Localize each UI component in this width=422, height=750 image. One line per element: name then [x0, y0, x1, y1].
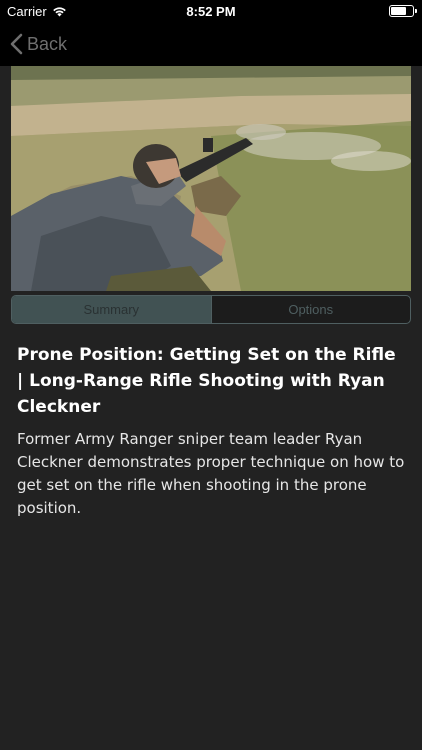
status-bar: Carrier 8:52 PM [0, 0, 422, 22]
chevron-left-icon [10, 33, 23, 55]
battery-level [391, 7, 406, 15]
battery-icon [389, 5, 417, 17]
navigation-bar: Back [0, 22, 422, 66]
tab-options[interactable]: Options [210, 296, 411, 323]
video-title: Prone Position: Getting Set on the Rifle… [17, 345, 396, 417]
battery-tip [415, 9, 417, 13]
video-description: Former Army Ranger sniper team leader Ry… [17, 430, 405, 517]
video-thumbnail[interactable] [11, 66, 411, 291]
clock: 8:52 PM [186, 4, 236, 19]
segmented-control: Summary Options [11, 295, 411, 324]
back-label: Back [27, 33, 68, 54]
thumbnail-image [11, 66, 411, 291]
tab-summary[interactable]: Summary [12, 296, 211, 323]
back-button[interactable]: Back [10, 30, 67, 58]
